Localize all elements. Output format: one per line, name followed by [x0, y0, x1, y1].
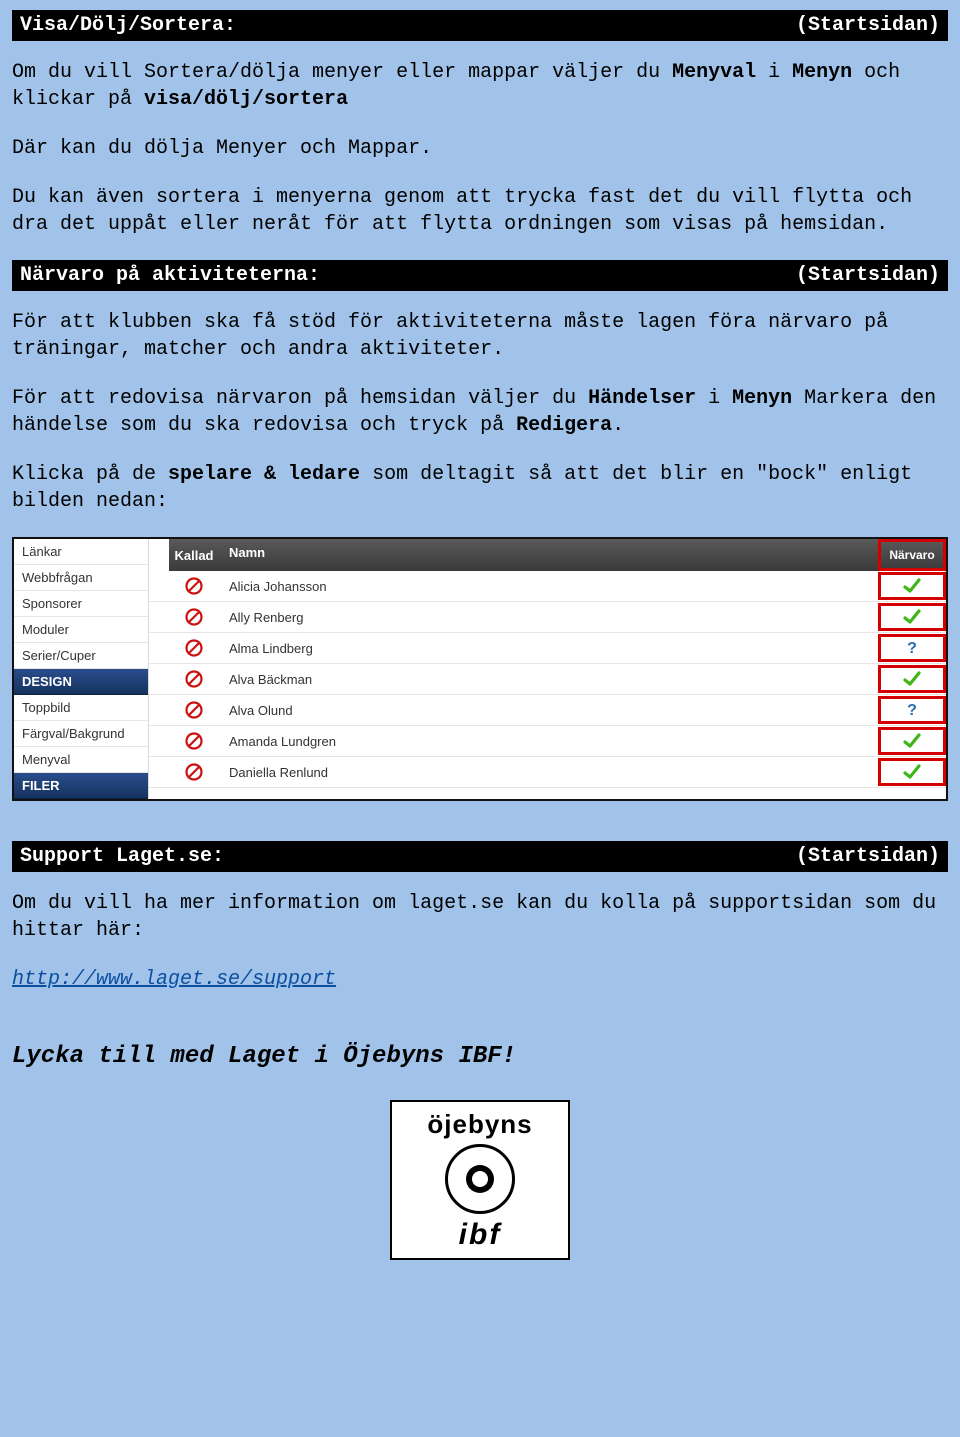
- th-namn: Namn: [219, 539, 878, 571]
- sidebar-item-serier[interactable]: Serier/Cuper: [14, 643, 148, 669]
- player-name: Ally Renberg: [219, 604, 878, 631]
- support-link-wrap: http://www.laget.se/support: [12, 966, 948, 993]
- table-row: Amanda Lundgren: [149, 726, 946, 757]
- player-name: Alva Bäckman: [219, 666, 878, 693]
- sidebar-category-design: DESIGN: [14, 669, 148, 695]
- svg-text:?: ?: [907, 640, 917, 657]
- sidebar-item-toppbild[interactable]: Toppbild: [14, 695, 148, 721]
- player-name: Alicia Johansson: [219, 573, 878, 600]
- player-name: Daniella Renlund: [219, 759, 878, 786]
- not-called-icon[interactable]: [149, 571, 219, 601]
- not-called-icon[interactable]: [149, 726, 219, 756]
- section-header-narvaro: Närvaro på aktiviteterna: (Startsidan): [12, 260, 948, 291]
- section-header-visa: Visa/Dölj/Sortera: (Startsidan): [12, 10, 948, 41]
- table-row: Daniella Renlund: [149, 757, 946, 788]
- sidebar-item-webbfragan[interactable]: Webbfrågan: [14, 565, 148, 591]
- player-name: Alva Olund: [219, 697, 878, 724]
- attendance-question-icon[interactable]: ?: [878, 696, 946, 724]
- attendance-check-icon[interactable]: [878, 572, 946, 600]
- section-tag: (Startsidan): [796, 14, 940, 37]
- table-row: Alicia Johansson: [149, 571, 946, 602]
- paragraph: För att redovisa närvaron på hemsidan vä…: [12, 385, 948, 439]
- table-row: Alva Olund?: [149, 695, 946, 726]
- table-header: Kallad Namn Närvaro: [149, 539, 946, 571]
- not-called-icon[interactable]: [149, 602, 219, 632]
- section-tag: (Startsidan): [796, 264, 940, 287]
- player-name: Alma Lindberg: [219, 635, 878, 662]
- attendance-check-icon[interactable]: [878, 758, 946, 786]
- paragraph: Du kan även sortera i menyerna genom att…: [12, 184, 948, 238]
- attendance-question-icon[interactable]: ?: [878, 634, 946, 662]
- player-name: Amanda Lundgren: [219, 728, 878, 755]
- not-called-icon[interactable]: [149, 664, 219, 694]
- logo-text-top: öjebyns: [427, 1109, 532, 1140]
- sidebar-item-menyval[interactable]: Menyval: [14, 747, 148, 773]
- table-row: Alma Lindberg?: [149, 633, 946, 664]
- paragraph: Där kan du dölja Menyer och Mappar.: [12, 135, 948, 162]
- table-row: Alva Bäckman: [149, 664, 946, 695]
- section-title: Närvaro på aktiviteterna:: [20, 264, 320, 287]
- sidebar-category-filer: FILER: [14, 773, 148, 799]
- not-called-icon[interactable]: [149, 633, 219, 663]
- attendance-check-icon[interactable]: [878, 727, 946, 755]
- paragraph: Om du vill Sortera/dölja menyer eller ma…: [12, 59, 948, 113]
- svg-text:?: ?: [907, 702, 917, 719]
- support-link[interactable]: http://www.laget.se/support: [12, 968, 336, 991]
- attendance-table: Kallad Namn Närvaro Alicia Johansson Ally…: [149, 539, 946, 799]
- not-called-icon[interactable]: [149, 695, 219, 725]
- logo-emblem: [445, 1144, 515, 1214]
- section-title: Visa/Dölj/Sortera:: [20, 14, 236, 37]
- sidebar-item-fargval[interactable]: Färgval/Bakgrund: [14, 721, 148, 747]
- embedded-screenshot: Länkar Webbfrågan Sponsorer Moduler Seri…: [12, 537, 948, 801]
- lion-head-icon: [460, 1159, 500, 1199]
- closing-line: Lycka till med Laget i Öjebyns IBF!: [12, 1043, 948, 1070]
- not-called-icon[interactable]: [149, 757, 219, 787]
- sidebar-item-moduler[interactable]: Moduler: [14, 617, 148, 643]
- admin-sidebar: Länkar Webbfrågan Sponsorer Moduler Seri…: [14, 539, 149, 799]
- section-header-support: Support Laget.se: (Startsidan): [12, 841, 948, 872]
- attendance-check-icon[interactable]: [878, 603, 946, 631]
- logo-text-bottom: ibf: [459, 1218, 502, 1252]
- th-narvaro: Närvaro: [878, 539, 946, 571]
- sidebar-item-sponsorer[interactable]: Sponsorer: [14, 591, 148, 617]
- paragraph: För att klubben ska få stöd för aktivite…: [12, 309, 948, 363]
- section-title: Support Laget.se:: [20, 845, 224, 868]
- section-tag: (Startsidan): [796, 845, 940, 868]
- club-logo: öjebyns ibf: [390, 1100, 570, 1260]
- sidebar-item-lankar[interactable]: Länkar: [14, 539, 148, 565]
- paragraph: Om du vill ha mer information om laget.s…: [12, 890, 948, 944]
- paragraph: Klicka på de spelare & ledare som deltag…: [12, 461, 948, 515]
- th-kallad: Kallad: [149, 539, 219, 571]
- table-row: Ally Renberg: [149, 602, 946, 633]
- attendance-check-icon[interactable]: [878, 665, 946, 693]
